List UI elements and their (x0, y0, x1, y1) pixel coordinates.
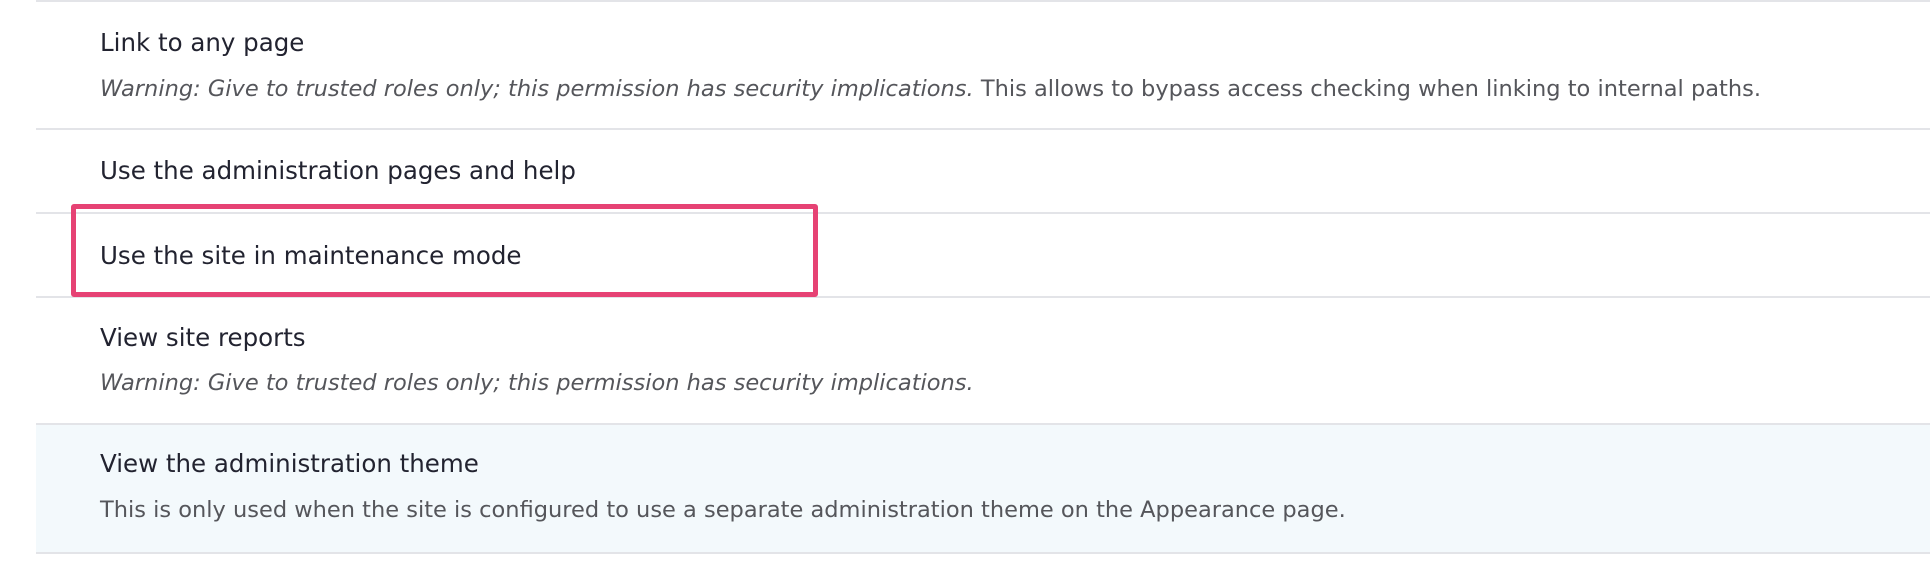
permission-row-site-reports[interactable]: View site reports Warning: Give to trust… (36, 296, 1930, 423)
permission-row-admin-theme[interactable]: View the administration theme This is on… (36, 423, 1930, 554)
permission-title: Use the administration pages and help (100, 156, 576, 185)
security-warning: Warning: Give to trusted roles only; thi… (100, 370, 974, 396)
security-warning: Warning: Give to trusted roles only; thi… (100, 76, 974, 102)
permission-row-link-to-any-page[interactable]: Link to any page Warning: Give to truste… (36, 0, 1930, 128)
permission-title: Use the site in maintenance mode (100, 241, 522, 270)
permission-help-text: This allows to bypass access checking wh… (980, 76, 1761, 102)
permission-title: View site reports (100, 323, 306, 352)
permission-title: View the administration theme (100, 449, 479, 478)
permission-description: Warning: Give to trusted roles only; thi… (100, 75, 1761, 103)
permission-row-maintenance-mode[interactable]: Use the site in maintenance mode (36, 212, 1930, 296)
permission-description: This is only used when the site is confi… (100, 497, 1346, 523)
permission-description: Warning: Give to trusted roles only; thi… (100, 369, 974, 397)
permission-title: Link to any page (100, 28, 305, 57)
permission-row-admin-pages[interactable]: Use the administration pages and help (36, 128, 1930, 212)
permissions-table: Link to any page Warning: Give to truste… (36, 0, 1930, 554)
